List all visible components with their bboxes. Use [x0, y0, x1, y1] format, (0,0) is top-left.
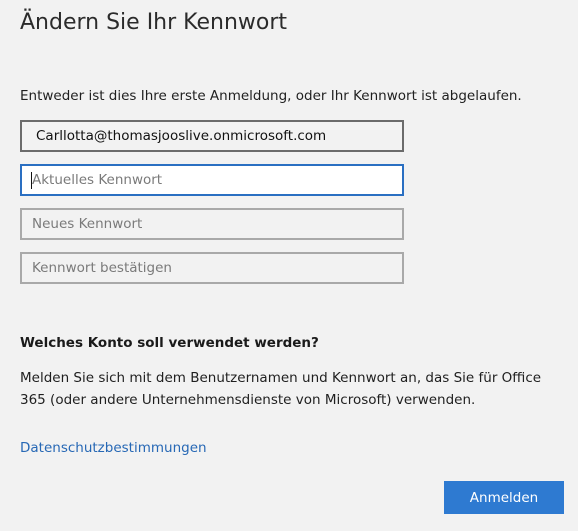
change-password-page: Ändern Sie Ihr Kennwort Entweder ist die…: [0, 0, 578, 531]
help-text: Melden Sie sich mit dem Benutzernamen un…: [20, 370, 542, 408]
text-cursor: [31, 172, 32, 189]
sign-in-button[interactable]: Anmelden: [444, 481, 564, 514]
intro-text: Entweder ist dies Ihre erste Anmeldung, …: [20, 88, 522, 104]
confirm-password-input[interactable]: [20, 252, 404, 284]
help-heading: Welches Konto soll verwendet werden?: [20, 335, 319, 351]
current-password-input[interactable]: [20, 164, 404, 196]
page-title: Ändern Sie Ihr Kennwort: [20, 10, 288, 35]
privacy-link[interactable]: Datenschutzbestimmungen: [20, 440, 207, 456]
account-field: [20, 120, 404, 152]
new-password-input[interactable]: [20, 208, 404, 240]
